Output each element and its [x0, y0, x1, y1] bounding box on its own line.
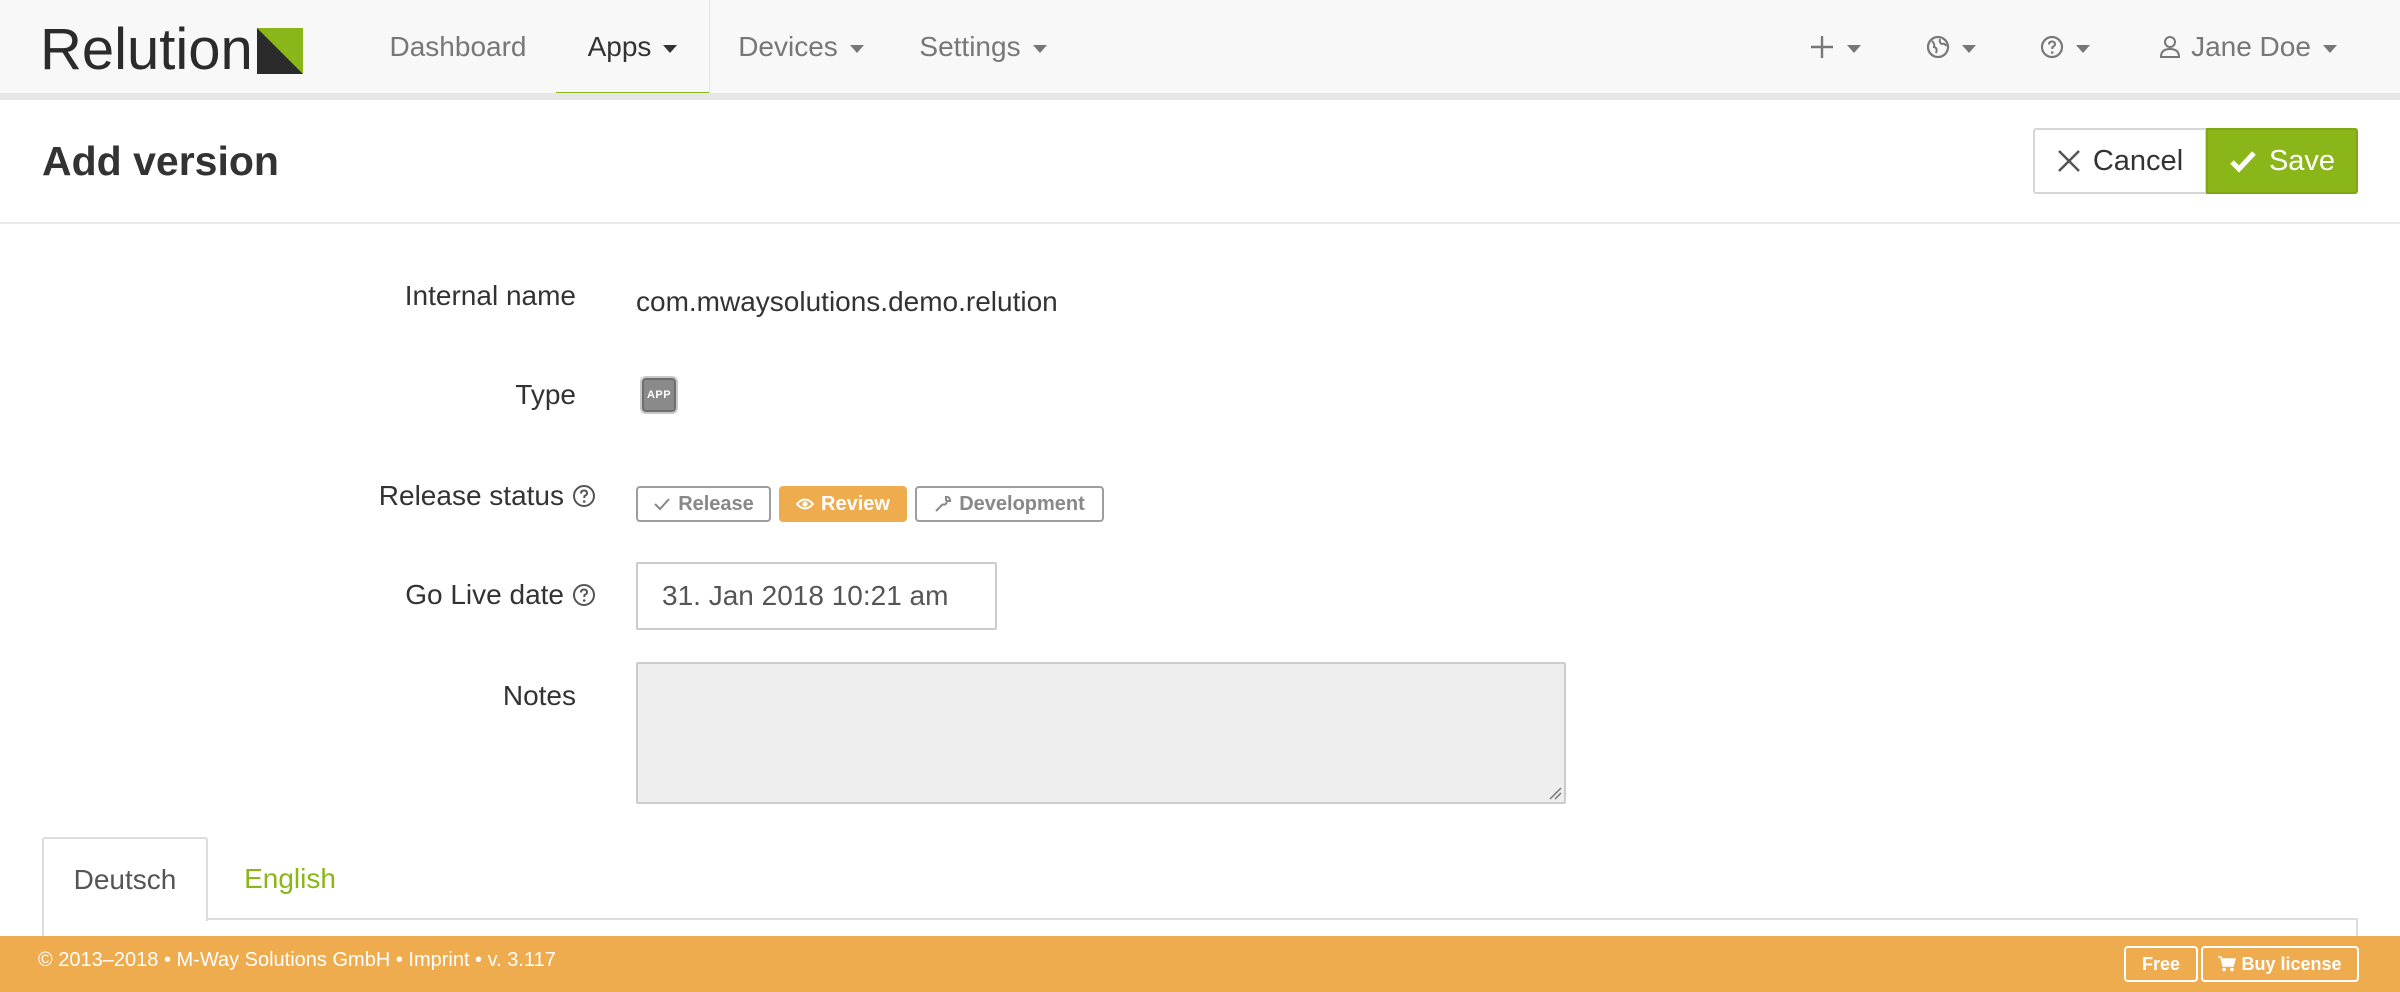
release-status-release[interactable]: Release	[636, 486, 771, 522]
page-title: Add version	[42, 138, 279, 184]
close-icon	[2057, 150, 2080, 172]
nav-devices[interactable]: Devices	[722, 0, 880, 93]
help-icon[interactable]	[572, 583, 596, 607]
go-live-label-text: Go Live date	[405, 579, 564, 610]
internal-name-label-text: Internal name	[404, 280, 576, 311]
nav-help-menu[interactable]	[2030, 0, 2100, 93]
tab-panel-right-border	[2356, 918, 2358, 938]
go-live-label: Go Live date	[405, 578, 596, 612]
header-divider	[0, 222, 2400, 224]
help-icon[interactable]	[572, 484, 596, 508]
chevron-down-icon	[849, 44, 864, 53]
release-status-development[interactable]: Development	[915, 486, 1104, 522]
footer-bar: © 2013–2018 • M-Way Solutions GmbH • Imp…	[0, 936, 2400, 992]
release-status-label: Release status	[379, 479, 596, 513]
nav-settings-label: Settings	[919, 30, 1021, 62]
cart-icon	[2218, 956, 2237, 972]
app-type-badge: APP	[640, 376, 678, 414]
check-icon	[654, 498, 670, 511]
nav-language-menu[interactable]	[1916, 0, 1986, 93]
internal-name-label: Internal name	[405, 279, 576, 313]
notes-textarea[interactable]	[636, 662, 1566, 804]
buy-license-button[interactable]: Buy license	[2201, 946, 2359, 982]
nav-apps-label: Apps	[587, 30, 652, 62]
eye-icon	[796, 498, 815, 510]
chevron-down-icon	[663, 44, 678, 53]
save-button-label: Save	[2268, 144, 2336, 177]
nav-devices-label: Devices	[738, 30, 838, 62]
footer-copyright: © 2013–2018 • M-Way Solutions GmbH • Imp…	[38, 949, 556, 971]
notes-label-text: Notes	[502, 680, 576, 711]
tab-english-label: English	[244, 862, 336, 894]
chevron-down-icon	[1032, 44, 1047, 53]
save-button[interactable]: Save	[2206, 128, 2358, 194]
tab-panel-left-border	[42, 918, 44, 938]
nav-settings[interactable]: Settings	[908, 0, 1058, 93]
globe-icon	[1926, 35, 1950, 58]
chevron-down-icon	[1962, 44, 1976, 53]
type-label-text: Type	[515, 379, 576, 410]
nav-apps[interactable]: Apps	[556, 0, 709, 93]
tab-deutsch[interactable]: Deutsch	[42, 837, 208, 921]
internal-name-value: com.mwaysolutions.demo.relution	[636, 286, 1058, 317]
chevron-down-icon	[2322, 44, 2337, 53]
plus-icon	[1811, 35, 1833, 58]
nav-dashboard[interactable]: Dashboard	[370, 0, 546, 93]
review-option-label: Review	[821, 492, 890, 515]
top-navbar: Relution Dashboard Apps Devices Settings	[0, 0, 2400, 93]
nav-divider	[709, 0, 710, 93]
release-status-review[interactable]: Review	[779, 486, 907, 522]
logo-text: Relution	[40, 17, 253, 82]
nav-dashboard-label: Dashboard	[389, 30, 527, 62]
cancel-button[interactable]: Cancel	[2033, 128, 2207, 194]
nav-user-menu[interactable]: Jane Doe	[2148, 0, 2348, 93]
tab-deutsch-label: Deutsch	[73, 864, 177, 895]
notes-label: Notes	[503, 679, 576, 713]
chevron-down-icon	[2076, 44, 2090, 53]
chevron-down-icon	[1847, 44, 1861, 53]
nav-add-menu[interactable]	[1800, 0, 1870, 93]
release-status-label-text: Release status	[378, 480, 564, 511]
navbar-bottom-stripe	[0, 93, 2400, 100]
user-icon	[2160, 35, 2181, 58]
user-name: Jane Doe	[2191, 30, 2311, 62]
help-icon	[2040, 35, 2064, 58]
wrench-icon	[935, 495, 952, 512]
tab-english[interactable]: English	[208, 837, 372, 920]
tab-strip-line	[207, 918, 2358, 920]
release-option-label: Release	[678, 492, 754, 515]
go-live-date-input[interactable]	[636, 562, 997, 630]
free-plan-label: Free	[2141, 953, 2181, 974]
free-plan-button[interactable]: Free	[2124, 946, 2198, 982]
development-option-label: Development	[959, 492, 1085, 515]
logo-mark-icon	[256, 28, 303, 74]
relution-logo[interactable]: Relution	[40, 17, 303, 82]
check-icon	[2230, 151, 2256, 173]
resize-grip-icon[interactable]	[1548, 786, 1562, 800]
cancel-button-label: Cancel	[2092, 144, 2184, 177]
type-label: Type	[515, 378, 576, 412]
buy-license-label: Buy license	[2241, 953, 2342, 974]
